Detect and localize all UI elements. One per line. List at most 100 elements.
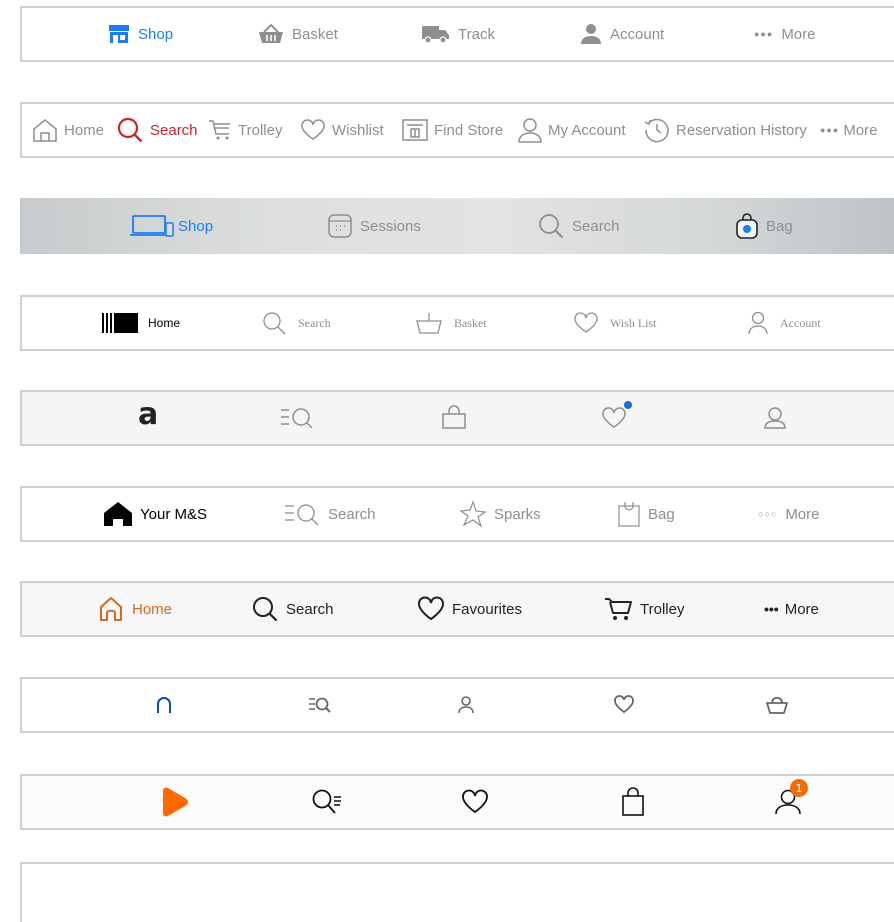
tab-label: Sparks (494, 505, 541, 523)
more-dots-icon: ••• (764, 601, 779, 617)
search-list-icon (280, 407, 314, 429)
tab-home[interactable]: Home (102, 297, 180, 349)
tab-sparks[interactable]: Sparks (459, 488, 541, 540)
tab-bag[interactable] (442, 392, 466, 444)
tab-find-store[interactable]: Find Store (402, 104, 503, 156)
tab-label: Search (150, 121, 198, 139)
tab-bar-9: 1 (20, 774, 894, 830)
heart-icon (462, 789, 488, 814)
tab-saved[interactable] (614, 679, 634, 731)
tab-account[interactable]: 1 (774, 776, 808, 828)
tab-my-account[interactable]: My Account (518, 104, 626, 156)
tab-label: Account (780, 315, 821, 330)
tab-label: Home (64, 121, 105, 139)
tab-home[interactable]: Home (98, 583, 172, 635)
tab-wishlist[interactable] (462, 776, 488, 828)
more-dots-icon: ●●● (754, 29, 774, 39)
tab-trolley[interactable]: Trolley (604, 583, 684, 635)
person-icon (764, 406, 786, 430)
tab-bar-10-empty (20, 862, 894, 922)
tab-search[interactable]: Search (262, 297, 331, 349)
tab-more[interactable]: ●●● More (820, 104, 878, 156)
tab-search[interactable]: Search (116, 104, 198, 156)
tab-trolley[interactable]: Trolley (208, 104, 282, 156)
tab-account[interactable]: Account (580, 8, 664, 60)
tab-home[interactable] (160, 776, 190, 828)
tab-bag[interactable]: Bag (736, 198, 793, 254)
tab-your-ms[interactable]: Your M&S (104, 488, 207, 540)
basket-icon (416, 312, 442, 334)
tab-bar-1: Shop Basket Track Account ●●● More (20, 6, 894, 62)
more-dots-icon: ●●● (820, 125, 840, 135)
tab-more[interactable]: ●●● More (754, 8, 816, 60)
tab-wish-list[interactable]: Wish List (574, 297, 657, 349)
tab-more[interactable]: ○○○ More (758, 488, 820, 540)
tab-search[interactable] (280, 392, 314, 444)
heart-icon (574, 312, 598, 333)
trolley-icon (604, 596, 632, 622)
tab-home[interactable]: a (138, 392, 158, 444)
trolley-icon (208, 118, 232, 142)
tab-search[interactable]: Search (538, 198, 620, 254)
tab-label: Search (328, 505, 376, 523)
tab-search[interactable] (308, 679, 332, 731)
tab-label: Search (572, 217, 620, 235)
tab-account[interactable] (764, 392, 786, 444)
tab-search[interactable]: Search (284, 488, 376, 540)
search-list-icon (284, 503, 320, 526)
tab-home[interactable] (156, 679, 172, 731)
store-icon (108, 24, 130, 44)
bag-icon (736, 213, 758, 239)
person-icon (518, 117, 542, 143)
tab-sessions[interactable]: Sessions (328, 198, 421, 254)
search-icon (116, 116, 144, 144)
tab-shop[interactable]: Shop (130, 198, 213, 254)
tab-shop[interactable]: Shop (108, 8, 173, 60)
tab-label: Home (148, 316, 181, 330)
tab-bar-3: Shop Sessions Search Bag (20, 198, 894, 254)
tab-bar-7: Home Search Favourites Trolley ••• More (20, 581, 894, 637)
tab-reservation-history[interactable]: Reservation History (644, 104, 807, 156)
devices-icon (130, 215, 174, 237)
tab-bag[interactable]: Bag (618, 488, 675, 540)
tab-bag[interactable] (622, 776, 644, 828)
tab-label: Search (286, 600, 334, 618)
tab-bar-2: Home Search Trolley Wishlist Find Store … (20, 102, 894, 158)
bag-icon (622, 787, 644, 816)
home-arch-icon (156, 696, 172, 714)
search-icon (252, 596, 278, 622)
tab-basket[interactable]: Basket (258, 8, 338, 60)
tab-account[interactable]: Account (748, 297, 821, 349)
search-icon (538, 213, 564, 239)
home-icon (32, 118, 58, 142)
tab-wishlist[interactable]: Wishlist (300, 104, 384, 156)
tab-search[interactable]: Search (252, 583, 334, 635)
tab-home[interactable]: Home (32, 104, 104, 156)
tab-account[interactable] (458, 679, 474, 731)
tab-label: Bag (648, 505, 675, 523)
notification-dot (624, 401, 632, 409)
basket-icon (766, 696, 788, 714)
tab-saved[interactable] (602, 392, 632, 444)
tab-label: Home (132, 600, 173, 618)
tab-bar-5: a (20, 390, 894, 446)
tab-more[interactable]: ••• More (764, 583, 819, 635)
tab-track[interactable]: Track (422, 8, 495, 60)
zalando-logo-icon (160, 787, 190, 817)
clock-icon (644, 117, 670, 143)
tab-label: Trolley (640, 600, 685, 618)
tab-label: Search (298, 315, 331, 330)
tab-search[interactable] (312, 776, 342, 828)
tab-label: Wish List (610, 315, 657, 330)
tab-label: Wishlist (332, 121, 384, 139)
tab-favourites[interactable]: Favourites (418, 583, 522, 635)
store-icon (402, 119, 428, 141)
tab-bar-8 (20, 677, 894, 733)
notification-badge: 1 (790, 779, 808, 797)
tab-label: Basket (454, 315, 487, 330)
tab-basket[interactable]: Basket (416, 297, 487, 349)
tab-basket[interactable] (766, 679, 788, 731)
tab-label: Trolley (238, 121, 283, 139)
tab-label: More (781, 25, 816, 43)
calendar-icon (328, 214, 352, 238)
